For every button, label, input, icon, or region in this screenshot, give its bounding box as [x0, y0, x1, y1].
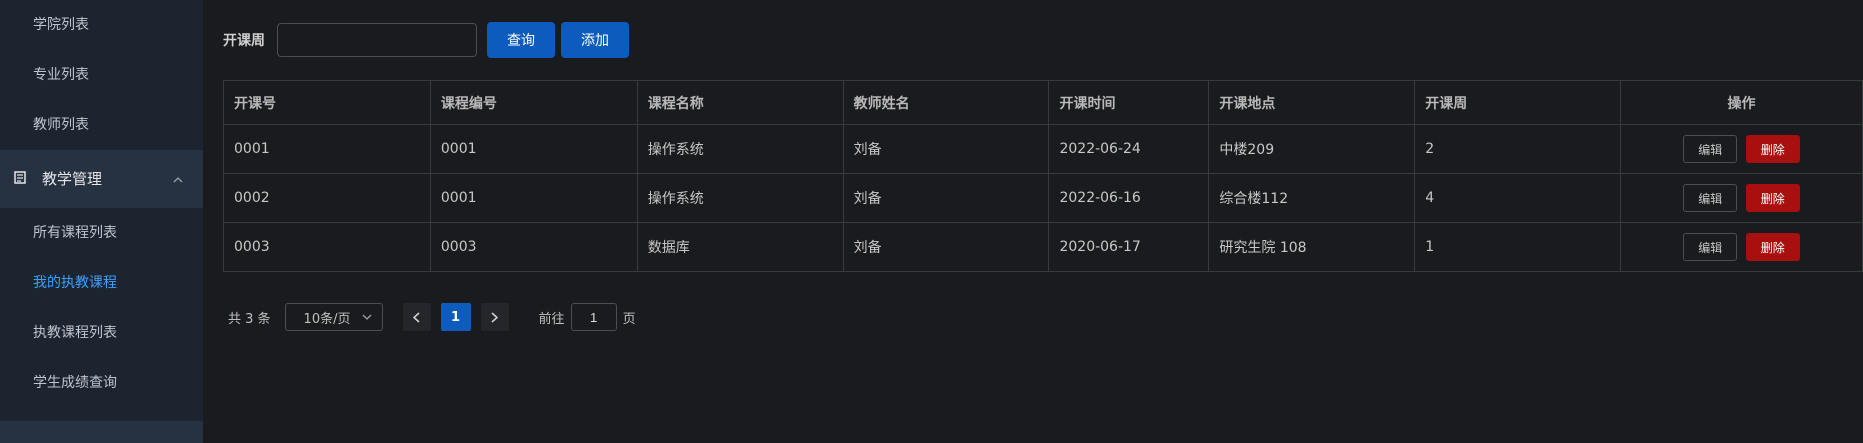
cell-offering-no: 0003	[223, 222, 431, 272]
chevron-down-icon	[362, 314, 372, 320]
cell-location: 中楼209	[1208, 124, 1416, 174]
cell-course-name: 操作系统	[636, 173, 844, 223]
sidebar-item-teaching-course-list[interactable]: 执教课程列表	[0, 308, 203, 358]
sidebar-item-student-grades[interactable]: 学生成绩查询	[0, 358, 203, 408]
prev-page-button[interactable]	[402, 303, 431, 331]
cell-start-date: 2020-06-17	[1048, 222, 1210, 272]
goto-page-input[interactable]	[570, 303, 617, 331]
document-icon	[14, 171, 26, 184]
cell-start-date: 2022-06-24	[1048, 124, 1210, 174]
column-header[interactable]: 课程编号	[429, 80, 638, 125]
page-size-select[interactable]: 10条/页	[284, 303, 383, 331]
column-header[interactable]: 课程名称	[636, 80, 844, 125]
cell-actions: 编辑 删除	[1620, 222, 1863, 272]
chevron-up-icon[interactable]	[173, 150, 183, 208]
delete-button[interactable]: 删除	[1745, 184, 1800, 212]
sidebar-item-all-courses[interactable]: 所有课程列表	[0, 208, 203, 258]
sidebar: 学院列表 专业列表 教师列表 教学管理 所有课程列表 我的执教课程 执教课程列表…	[0, 0, 203, 443]
cell-location: 研究生院 108	[1208, 222, 1416, 272]
total-count: 共 3 条	[228, 311, 271, 327]
cell-course-no: 0001	[429, 173, 638, 223]
cell-course-name: 操作系统	[636, 124, 844, 174]
sidebar-item-my-courses[interactable]: 我的执教课程	[0, 258, 203, 308]
column-header[interactable]: 开课时间	[1048, 80, 1210, 125]
cell-week: 2	[1414, 124, 1622, 174]
sidebar-item-college-list[interactable]: 学院列表	[0, 0, 203, 50]
delete-button[interactable]: 删除	[1745, 233, 1800, 261]
pagination: 共 3 条 10条/页 1 前往 页	[228, 303, 636, 331]
page-size-value: 10条/页	[303, 311, 351, 327]
cell-teacher: 刘备	[842, 222, 1050, 272]
next-page-button[interactable]	[480, 303, 509, 331]
search-toolbar: 开课周 查询 添加	[223, 22, 635, 58]
cell-start-date: 2022-06-16	[1048, 173, 1210, 223]
cell-course-no: 0003	[429, 222, 638, 272]
cell-week: 4	[1414, 173, 1622, 223]
column-header[interactable]: 开课地点	[1208, 80, 1416, 125]
cell-offering-no: 0002	[223, 173, 431, 223]
sidebar-item-teacher-list[interactable]: 教师列表	[0, 100, 203, 150]
cell-course-no: 0001	[429, 124, 638, 174]
cell-teacher: 刘备	[842, 124, 1050, 174]
table-row: 0002 0001 操作系统 刘备 2022-06-16 综合楼112 4 编辑…	[223, 173, 1863, 223]
cell-actions: 编辑 删除	[1620, 173, 1863, 223]
cell-offering-no: 0001	[223, 124, 431, 174]
cell-location: 综合楼112	[1208, 173, 1416, 223]
table-header-row: 开课号 课程编号 课程名称 教师姓名 开课时间 开课地点 开课周 操作	[223, 80, 1863, 125]
query-button[interactable]: 查询	[487, 22, 555, 58]
cell-teacher: 刘备	[842, 173, 1050, 223]
table-row: 0003 0003 数据库 刘备 2020-06-17 研究生院 108 1 编…	[223, 222, 1863, 272]
column-header[interactable]: 教师姓名	[842, 80, 1050, 125]
column-header: 操作	[1620, 80, 1863, 125]
week-label: 开课周	[223, 33, 265, 49]
delete-button[interactable]: 删除	[1745, 135, 1800, 163]
table-row: 0001 0001 操作系统 刘备 2022-06-24 中楼209 2 编辑 …	[223, 124, 1863, 174]
page-number-current[interactable]: 1	[440, 303, 471, 331]
edit-button[interactable]: 编辑	[1683, 184, 1738, 212]
chevron-left-icon	[413, 311, 420, 323]
cell-course-name: 数据库	[636, 222, 844, 272]
edit-button[interactable]: 编辑	[1683, 135, 1738, 163]
column-header[interactable]: 开课周	[1414, 80, 1622, 125]
chevron-right-icon	[491, 311, 499, 323]
goto-suffix: 页	[622, 311, 636, 327]
cell-week: 1	[1414, 222, 1622, 272]
sidebar-item-major-list[interactable]: 专业列表	[0, 50, 203, 100]
week-search-input[interactable]	[277, 23, 477, 57]
goto-prefix: 前往	[538, 311, 565, 327]
main-content: 开课周 查询 添加 开课号 课程编号 课程名称 教师姓名 开课时间 开课地点 开…	[203, 0, 1863, 443]
sidebar-item-partial[interactable]	[0, 421, 203, 443]
add-button[interactable]: 添加	[561, 22, 629, 58]
courses-table: 开课号 课程编号 课程名称 教师姓名 开课时间 开课地点 开课周 操作 0001…	[223, 80, 1863, 272]
sidebar-group-teaching-management[interactable]: 教学管理	[0, 150, 203, 208]
column-header[interactable]: 开课号	[223, 80, 431, 125]
sidebar-group-label: 教学管理	[42, 170, 103, 188]
edit-button[interactable]: 编辑	[1683, 233, 1738, 261]
goto-page: 前往 页	[539, 303, 636, 331]
cell-actions: 编辑 删除	[1620, 124, 1863, 174]
